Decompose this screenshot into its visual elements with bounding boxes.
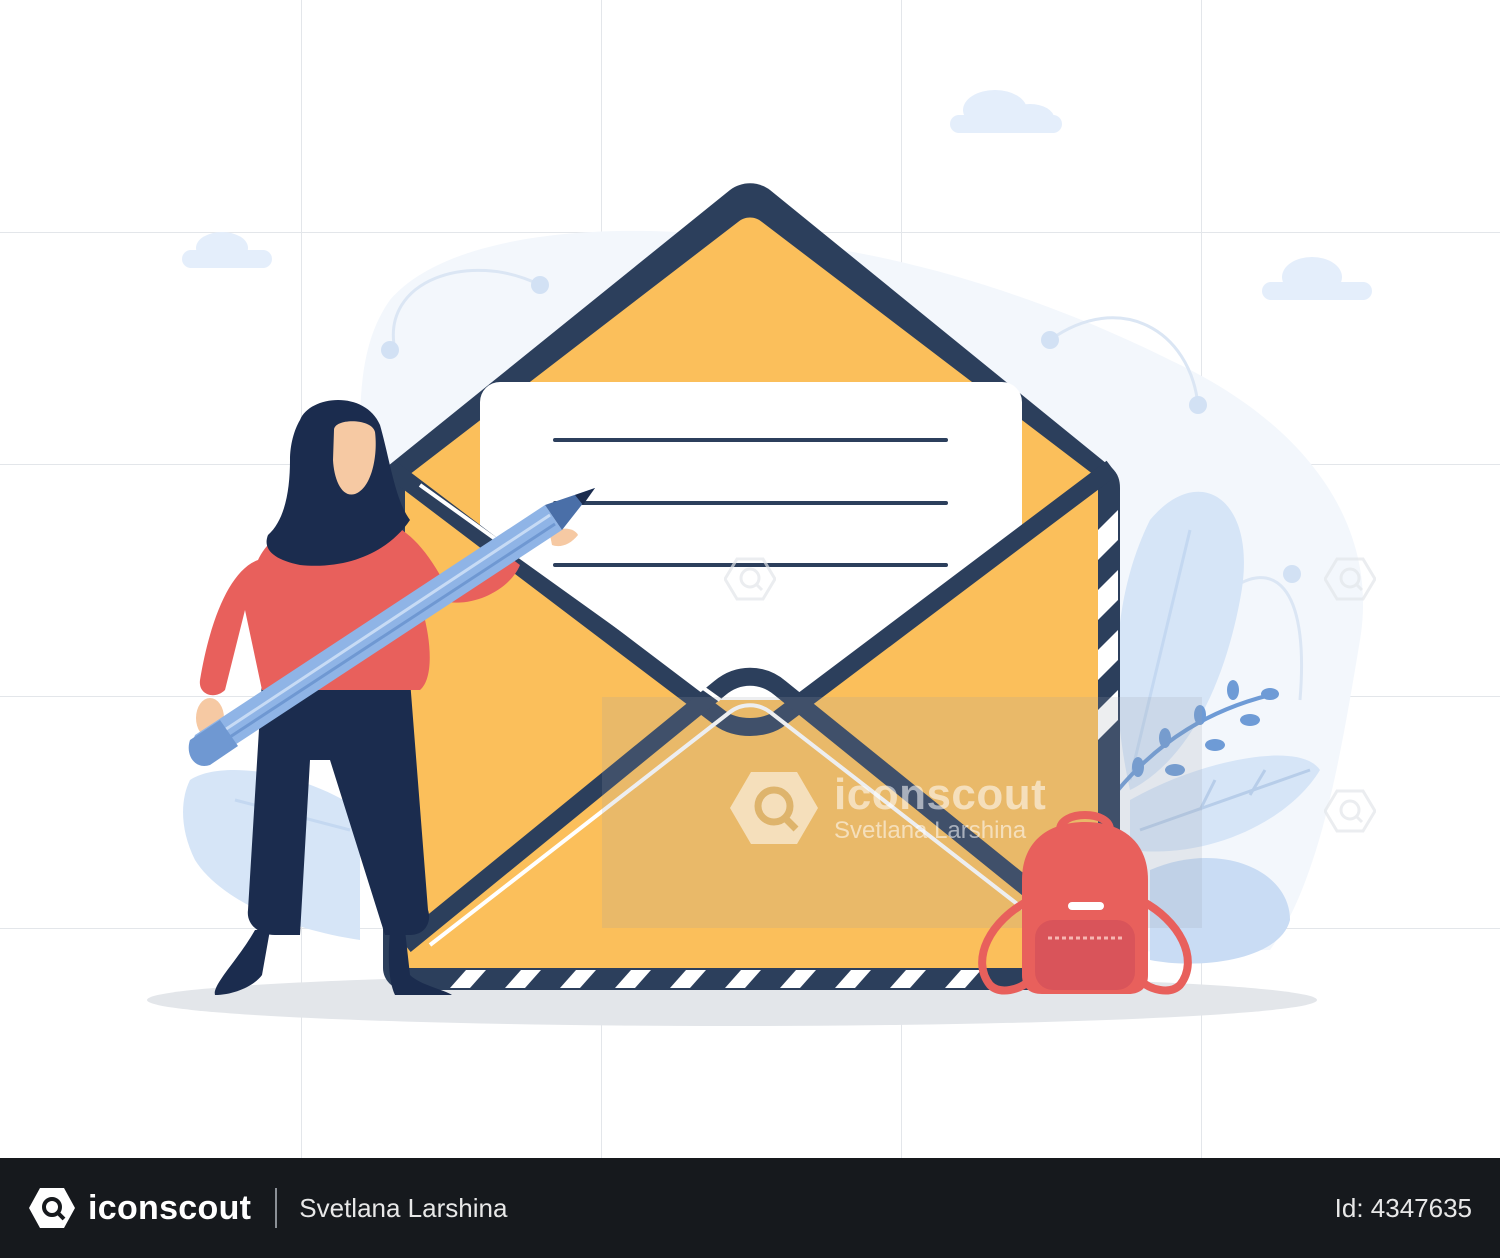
iconscout-logo-icon (1324, 557, 1376, 601)
cloud-icon (1262, 257, 1372, 300)
watermark-brand: iconscout (834, 770, 1047, 819)
iconscout-logo-icon (724, 557, 776, 601)
iconscout-logo-icon (730, 772, 818, 844)
footer-asset-id: Id: 4347635 (1334, 1192, 1472, 1223)
footer-brand[interactable]: iconscout (88, 1189, 251, 1228)
illustration-canvas: iconscout Svetlana Larshina (0, 0, 1500, 1158)
footer-bar: iconscout Svetlana Larshina Id: 4347635 (0, 1158, 1500, 1258)
footer-author[interactable]: Svetlana Larshina (299, 1193, 507, 1224)
iconscout-logo-icon (1324, 789, 1376, 833)
cloud-icon (950, 90, 1062, 133)
footer-divider (275, 1188, 278, 1228)
cloud-icon (182, 232, 272, 268)
center-watermark: iconscout Svetlana Larshina (728, 768, 1046, 848)
iconscout-logo-icon[interactable] (28, 1186, 76, 1230)
watermark-author: Svetlana Larshina (834, 817, 1027, 844)
